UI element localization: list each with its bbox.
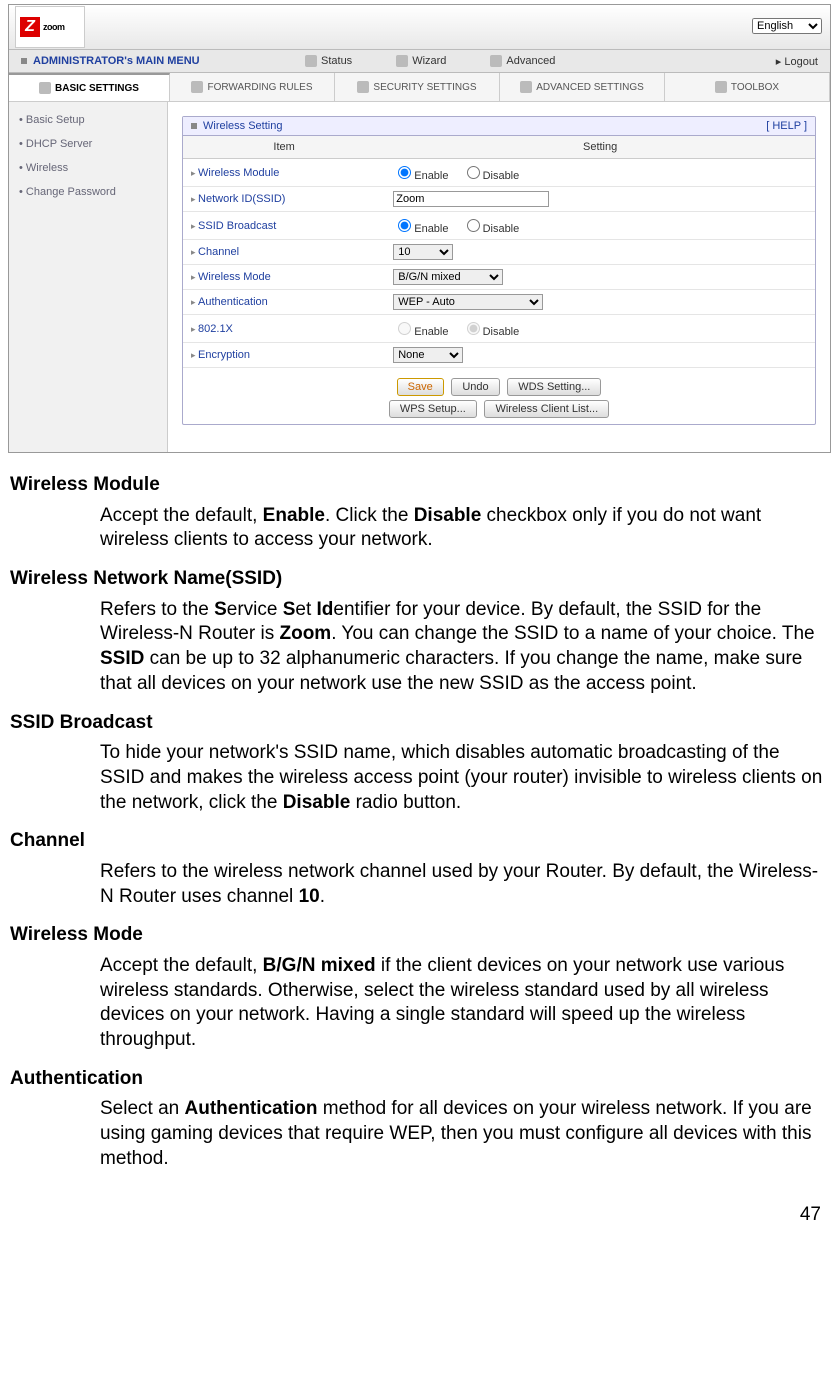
8021x-disable[interactable] [467,322,480,335]
wds-setting-button[interactable]: WDS Setting... [507,378,601,396]
8021x-enable[interactable] [398,322,411,335]
wireless-setting-panel: Wireless Setting [ HELP ] Item Setting W… [182,116,816,425]
row-network-id: Network ID(SSID) [183,187,815,212]
tab-toolbox[interactable]: TOOLBOX [665,73,830,101]
wireless-module-enable[interactable] [398,166,411,179]
ssid-broadcast-disable[interactable] [467,219,480,232]
menu-logout[interactable]: ▸ Logout [776,55,830,68]
forwarding-icon [191,81,203,93]
sidebar: • Basic Setup • DHCP Server • Wireless •… [9,102,168,452]
para-authentication: Select an Authentication method for all … [100,1097,829,1171]
wireless-client-list-button[interactable]: Wireless Client List... [484,400,609,418]
save-button[interactable]: Save [397,378,444,396]
sidebar-item-dhcp-server[interactable]: • DHCP Server [9,132,167,156]
sidebar-item-change-password[interactable]: • Change Password [9,180,167,204]
ssid-input[interactable] [393,191,549,207]
main-panel: Wireless Setting [ HELP ] Item Setting W… [168,102,830,452]
wireless-module-disable[interactable] [467,166,480,179]
status-icon [305,55,317,67]
heading-wireless-module: Wireless Module [10,473,829,498]
page-number: 47 [8,1204,831,1236]
help-link[interactable]: [ HELP ] [766,120,807,132]
security-icon [357,81,369,93]
panel-header: Wireless Setting [ HELP ] [183,117,815,136]
menu-advanced[interactable]: Advanced [468,55,577,67]
sidebar-item-basic-setup[interactable]: • Basic Setup [9,108,167,132]
row-8021x: 802.1X Enable Disable [183,315,815,343]
panel-title: Wireless Setting [203,120,282,132]
para-ssid: Refers to the Service Set Identifier for… [100,598,829,697]
settings-table: Item Setting Wireless Module Enable Disa… [183,136,815,368]
tab-security-settings[interactable]: SECURITY SETTINGS [335,73,500,101]
row-wireless-module: Wireless Module Enable Disable [183,159,815,187]
channel-select[interactable]: 10 [393,244,453,260]
ssid-broadcast-enable[interactable] [398,219,411,232]
tab-basic-settings[interactable]: BASIC SETTINGS [9,73,170,101]
row-wireless-mode: Wireless Mode B/G/N mixed [183,265,815,290]
heading-wireless-mode: Wireless Mode [10,923,829,948]
logo: Z zoom [15,6,85,48]
para-wireless-module: Accept the default, Enable. Click the Di… [100,504,829,553]
basic-icon [39,82,51,94]
main-menu-title: ADMINISTRATOR's MAIN MENU [9,55,283,67]
language-select[interactable]: English [752,18,822,34]
authentication-select[interactable]: WEP - Auto [393,294,543,310]
tab-advanced-settings[interactable]: ADVANCED SETTINGS [500,73,665,101]
language-selector[interactable]: English [752,17,822,34]
logo-z-icon: Z [20,17,40,37]
col-item: Item [183,136,385,159]
para-channel: Refers to the wireless network channel u… [100,860,829,909]
content-area: • Basic Setup • DHCP Server • Wireless •… [9,102,830,452]
row-ssid-broadcast: SSID Broadcast Enable Disable [183,212,815,240]
row-channel: Channel 10 [183,240,815,265]
main-menu: ADMINISTRATOR's MAIN MENU Status Wizard … [9,50,830,73]
router-screenshot: Z zoom English ADMINISTRATOR's MAIN MENU… [8,4,831,453]
encryption-select[interactable]: None [393,347,463,363]
undo-button[interactable]: Undo [451,378,499,396]
heading-authentication: Authentication [10,1067,829,1092]
para-ssid-broadcast: To hide your network's SSID name, which … [100,741,829,815]
documentation-text: Wireless Module Accept the default, Enab… [8,473,831,1204]
wireless-mode-select[interactable]: B/G/N mixed [393,269,503,285]
toolbox-icon [715,81,727,93]
logo-text: zoom [43,22,65,32]
menu-wizard[interactable]: Wizard [374,55,468,67]
col-setting: Setting [385,136,815,159]
para-wireless-mode: Accept the default, B/G/N mixed if the c… [100,954,829,1053]
heading-channel: Channel [10,829,829,854]
advset-icon [520,81,532,93]
row-authentication: Authentication WEP - Auto [183,290,815,315]
heading-ssid: Wireless Network Name(SSID) [10,567,829,592]
menu-status[interactable]: Status [283,55,374,67]
row-encryption: Encryption None [183,343,815,368]
heading-ssid-broadcast: SSID Broadcast [10,711,829,736]
sub-tabs: BASIC SETTINGS FORWARDING RULES SECURITY… [9,73,830,102]
top-bar: Z zoom English [9,5,830,50]
button-row: Save Undo WDS Setting... WPS Setup... Wi… [183,368,815,424]
wizard-icon [396,55,408,67]
advanced-icon [490,55,502,67]
tab-forwarding-rules[interactable]: FORWARDING RULES [170,73,335,101]
wps-setup-button[interactable]: WPS Setup... [389,400,477,418]
sidebar-item-wireless[interactable]: • Wireless [9,156,167,180]
